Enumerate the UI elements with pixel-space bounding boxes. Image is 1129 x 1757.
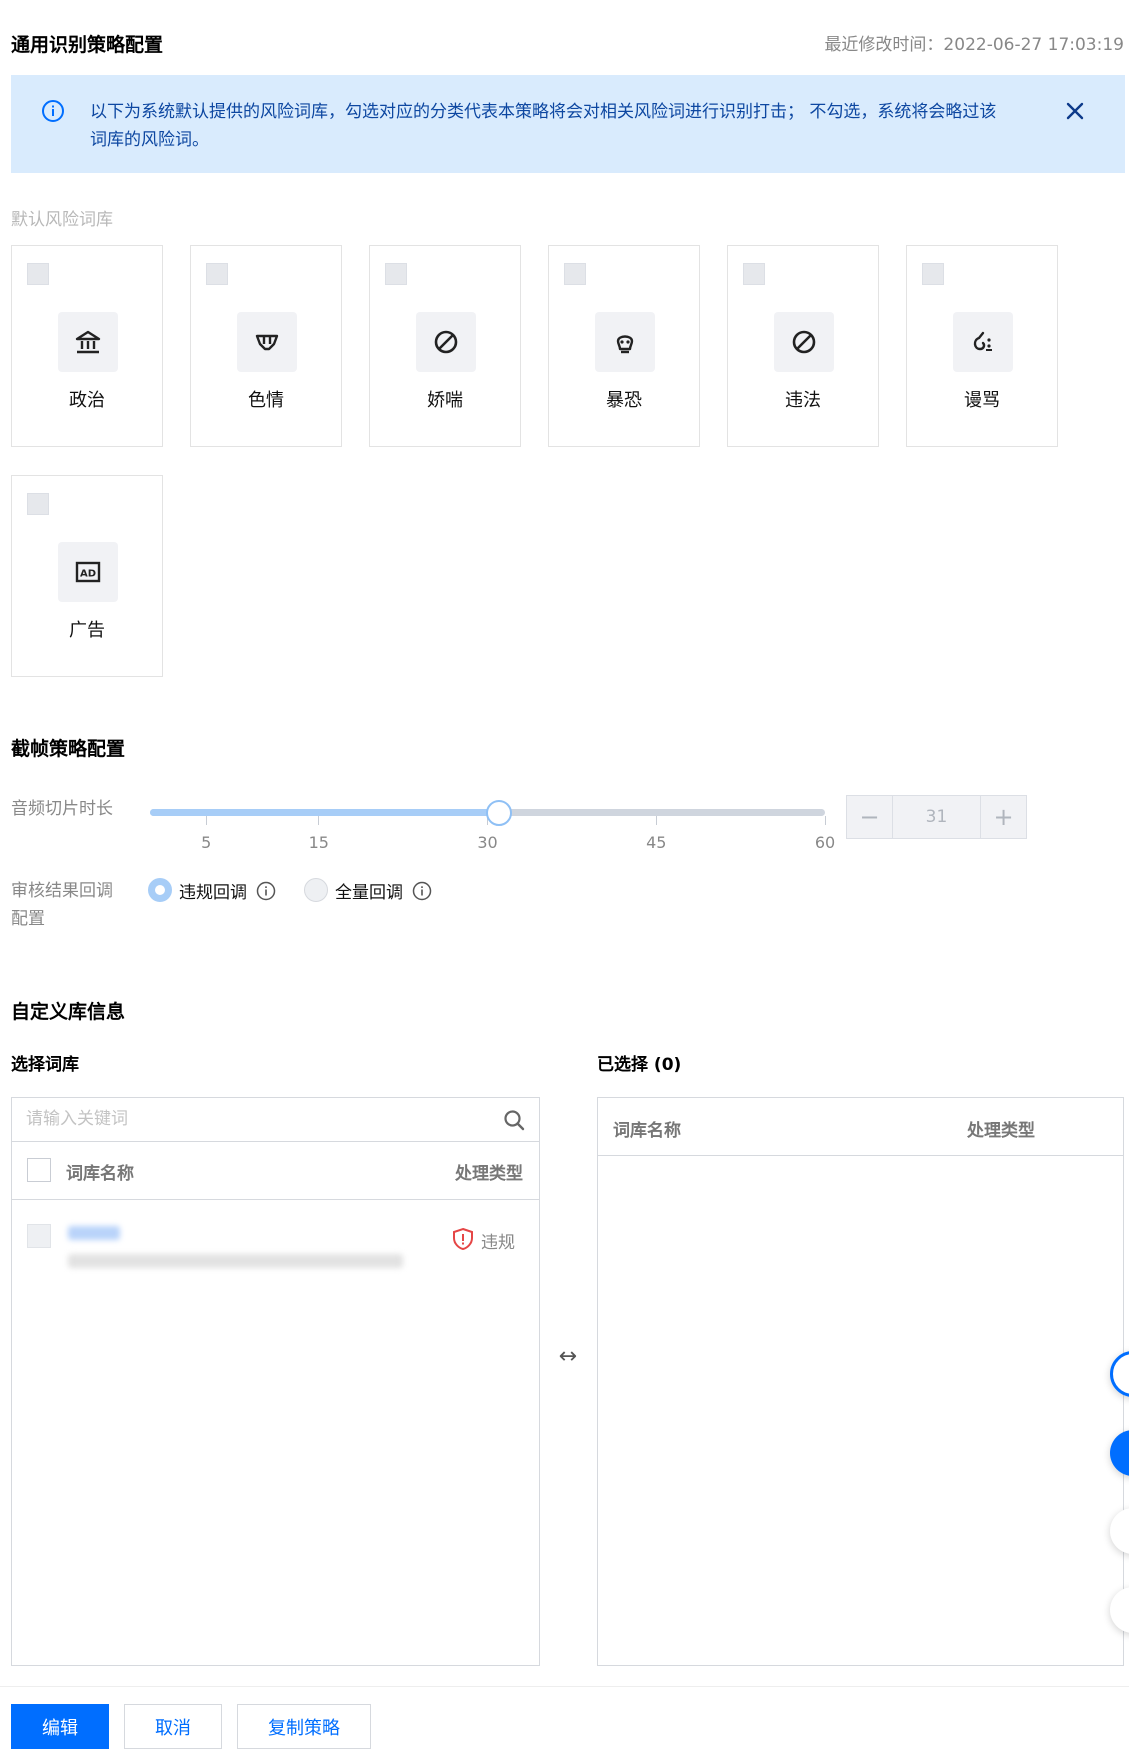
library-name-redacted <box>68 1226 120 1240</box>
row-checkbox[interactable] <box>27 1224 51 1248</box>
default-library-label: 默认风险词库 <box>11 210 113 230</box>
help-icon[interactable] <box>412 881 432 901</box>
slider-tick-label: 60 <box>814 833 836 852</box>
category-card-illegal[interactable]: 违法 <box>727 245 879 447</box>
forbidden-icon <box>774 312 834 372</box>
page-title: 通用识别策略配置 <box>11 34 164 56</box>
slider-tick <box>655 816 657 825</box>
custom-library-title: 自定义库信息 <box>11 1001 126 1023</box>
slider-tick <box>318 816 320 825</box>
search-input[interactable] <box>12 1097 539 1142</box>
increment-button[interactable]: + <box>981 796 1026 838</box>
slice-duration-label: 音频切片时长 <box>11 799 113 819</box>
slider-tick-label: 15 <box>308 833 329 852</box>
selected-library-panel <box>597 1097 1124 1666</box>
copy-strategy-button[interactable]: 复制策略 <box>237 1704 371 1749</box>
select-all-checkbox[interactable] <box>27 1158 51 1182</box>
card-checkbox[interactable] <box>385 263 407 285</box>
slider-tick-label: 30 <box>477 833 498 852</box>
selected-count-title: 已选择 (0) <box>597 1055 682 1075</box>
help-icon[interactable] <box>256 881 276 901</box>
category-card-porn[interactable]: 色情 <box>190 245 342 447</box>
radio-full-callback-label[interactable]: 全量回调 <box>335 878 403 903</box>
card-checkbox[interactable] <box>564 263 586 285</box>
footer-divider <box>0 1686 1129 1687</box>
card-label: 政治 <box>69 390 105 411</box>
callback-config-label: 审核结果回调配置 <box>11 881 113 929</box>
forbidden-icon <box>416 312 476 372</box>
terror-icon <box>595 312 655 372</box>
category-card-politics[interactable]: 政治 <box>11 245 163 447</box>
duration-stepper: − 31 + <box>846 795 1027 839</box>
card-checkbox[interactable] <box>206 263 228 285</box>
slider-fill <box>150 809 499 816</box>
government-icon <box>58 312 118 372</box>
card-label: 谩骂 <box>964 390 1000 411</box>
search-icon[interactable] <box>503 1109 525 1131</box>
radio-violation-callback-label[interactable]: 违规回调 <box>179 878 247 903</box>
radio-full-callback[interactable] <box>304 878 328 902</box>
ad-icon: AD <box>58 542 118 602</box>
card-checkbox[interactable] <box>922 263 944 285</box>
shield-warning-icon <box>453 1227 473 1251</box>
banner-text: 以下为系统默认提供的风险词库，勾选对应的分类代表本策略将会对相关风险词进行识别打… <box>90 102 997 150</box>
slider-handle[interactable] <box>485 800 512 826</box>
violation-type-label: 违规 <box>481 1233 515 1253</box>
card-label: 广告 <box>69 620 105 641</box>
column-process-type: 处理类型 <box>455 1164 523 1184</box>
card-checkbox[interactable] <box>27 263 49 285</box>
frame-strategy-title: 截帧策略配置 <box>11 738 126 760</box>
library-desc-redacted <box>68 1254 403 1268</box>
card-checkbox[interactable] <box>27 493 49 515</box>
last-modified-time: 最近修改时间：2022-06-27 17:03:19 <box>824 35 1124 55</box>
abuse-icon <box>953 312 1013 372</box>
column-library-name: 词库名称 <box>66 1164 134 1184</box>
card-label: 色情 <box>248 390 284 411</box>
slider-tick-label: 5 <box>201 833 212 852</box>
card-label: 暴恐 <box>606 390 642 411</box>
select-library-title: 选择词库 <box>11 1055 79 1075</box>
duration-value[interactable]: 31 <box>892 796 981 838</box>
underwear-icon <box>237 312 297 372</box>
info-icon <box>42 100 64 122</box>
category-card-abuse[interactable]: 谩骂 <box>906 245 1058 447</box>
card-checkbox[interactable] <box>743 263 765 285</box>
slider-tick <box>824 816 826 825</box>
decrement-button[interactable]: − <box>847 796 892 838</box>
category-card-terror[interactable]: 暴恐 <box>548 245 700 447</box>
edit-button[interactable]: 编辑 <box>11 1704 109 1749</box>
slider-tick <box>205 816 207 825</box>
column-library-name: 词库名称 <box>613 1121 681 1141</box>
close-icon[interactable] <box>1062 98 1088 124</box>
cancel-button[interactable]: 取消 <box>124 1704 222 1749</box>
category-card-moan[interactable]: 娇喘 <box>369 245 521 447</box>
transfer-icon: ↔ <box>558 1344 578 1369</box>
card-label: 违法 <box>785 390 821 411</box>
card-label: 娇喘 <box>427 390 463 411</box>
radio-violation-callback[interactable] <box>148 878 172 902</box>
slider-tick-label: 45 <box>646 833 667 852</box>
svg-text:AD: AD <box>80 569 96 580</box>
column-process-type: 处理类型 <box>967 1121 1035 1141</box>
category-card-ads[interactable]: AD 广告 <box>11 475 163 677</box>
